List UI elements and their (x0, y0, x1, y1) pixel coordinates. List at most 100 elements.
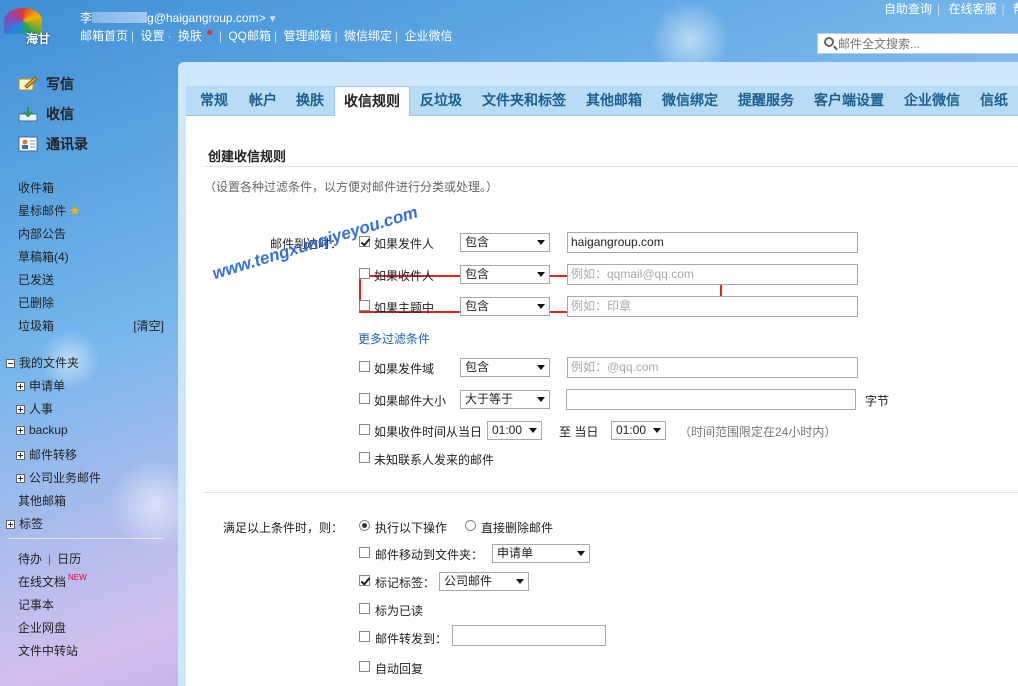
tab-skin[interactable]: 换肤 (296, 86, 324, 116)
tab-reminders[interactable]: 提醒服务 (738, 86, 794, 116)
tab-account[interactable]: 帐户 (249, 86, 277, 116)
select-value: 包含 (465, 360, 490, 374)
folder-starred[interactable]: 星标邮件 ★ (18, 202, 164, 219)
company-logo[interactable]: 海甘 (4, 8, 66, 48)
user-account[interactable]: 李 g@haigangroup.com> ▼ (80, 9, 278, 26)
self-service-link[interactable]: 自助查询 (884, 2, 932, 16)
tab-other-mailboxes[interactable]: 其他邮箱 (586, 86, 642, 116)
forward-label: 邮件转发到： (375, 632, 448, 646)
folder-junk[interactable]: 垃圾箱 (18, 319, 54, 333)
forward-input[interactable] (452, 625, 606, 646)
delete-radio[interactable] (465, 520, 476, 531)
nav-skin-label: 换肤 (177, 29, 202, 43)
nav-wework[interactable]: 企业微信 (404, 29, 452, 43)
folder-deleted[interactable]: 已删除 (18, 294, 164, 311)
nav-qq-mail[interactable]: QQ邮箱 (228, 29, 271, 43)
folder-inbox[interactable]: 收件箱 (18, 179, 164, 196)
expand-icon[interactable] (16, 426, 25, 435)
tab-wechat-bind[interactable]: 微信绑定 (662, 86, 718, 116)
contacts-button[interactable]: 通讯录 (18, 134, 88, 154)
folder-sent[interactable]: 已发送 (18, 271, 164, 288)
tab-antispam[interactable]: 反垃圾 (420, 86, 462, 116)
mark-read-label: 标为已读 (375, 604, 424, 618)
subject-checkbox[interactable] (359, 300, 370, 311)
search-icon[interactable] (824, 37, 834, 47)
tab-wework[interactable]: 企业微信 (904, 86, 960, 116)
tag-select[interactable]: 公司邮件 (439, 572, 529, 591)
empty-junk-button[interactable]: [清空] (133, 317, 164, 334)
search-input[interactable] (838, 35, 1013, 52)
my-folders-label: 我的文件夹 (19, 356, 80, 370)
calendar-link[interactable]: 日历 (57, 552, 81, 566)
nav-admin-mail[interactable]: 管理邮箱 (283, 29, 331, 43)
compose-button[interactable]: 写信 (18, 74, 74, 94)
tab-stationery[interactable]: 信纸 (980, 86, 1008, 116)
inbox-button[interactable]: 收信 (18, 104, 74, 124)
dropdown-arrow-icon (516, 579, 524, 584)
tags-toggle[interactable]: 标签 (6, 515, 43, 532)
subject-op-select[interactable]: 包含 (460, 297, 550, 316)
auto-reply-checkbox[interactable] (359, 661, 370, 672)
notes-link[interactable]: 记事本 (18, 596, 54, 613)
subfolder-label: 邮件转移 (29, 448, 78, 462)
netdisk-link[interactable]: 企业网盘 (18, 619, 66, 636)
size-checkbox[interactable] (359, 393, 370, 404)
sender-label: 如果发件人 (374, 237, 435, 251)
sender-op-select[interactable]: 包含 (460, 233, 550, 252)
domain-op-select[interactable]: 包含 (460, 358, 550, 377)
recipient-input[interactable]: 例如：qqmail@qq.com (567, 264, 858, 285)
domain-checkbox[interactable] (359, 361, 370, 372)
expand-icon[interactable] (16, 405, 25, 414)
expand-icon[interactable] (16, 474, 25, 483)
sender-input[interactable]: haigangroup.com (567, 232, 858, 253)
select-value: 大于等于 (465, 392, 514, 406)
time-to-select[interactable]: 01:00 (611, 421, 666, 440)
move-checkbox[interactable] (359, 547, 370, 558)
tag-checkbox[interactable] (359, 575, 370, 586)
subfolder-hr[interactable]: 人事 (16, 400, 53, 417)
subfolder-applications[interactable]: 申请单 (16, 377, 65, 394)
move-folder-select[interactable]: 申请单 (492, 544, 590, 563)
nav-mail-home[interactable]: 邮箱首页 (80, 29, 128, 43)
nav-wechat-bind[interactable]: 微信绑定 (344, 29, 392, 43)
size-input[interactable] (566, 389, 856, 410)
subfolder-business[interactable]: 公司业务邮件 (16, 469, 101, 486)
collapse-icon[interactable] (6, 359, 15, 368)
domain-input[interactable]: 例如：@qq.com (567, 357, 858, 378)
size-op-select[interactable]: 大于等于 (460, 390, 550, 409)
online-support-link[interactable]: 在线客服 (948, 2, 996, 16)
tab-general[interactable]: 常规 (200, 86, 228, 116)
forward-checkbox[interactable] (359, 631, 370, 642)
execute-radio[interactable] (359, 520, 370, 531)
folder-drafts[interactable]: 草稿箱(4) (18, 248, 164, 265)
folder-announcements[interactable]: 内部公告 (18, 225, 164, 242)
tab-mail-rules[interactable]: 收信规则 (334, 86, 410, 117)
inbox-label: 收信 (46, 106, 74, 122)
subfolder-backup[interactable]: backup (16, 423, 68, 437)
online-docs-link[interactable]: 在线文档 NEW (18, 573, 87, 590)
tab-folders-tags[interactable]: 文件夹和标签 (482, 86, 566, 116)
mark-read-checkbox[interactable] (359, 603, 370, 614)
expand-icon[interactable] (16, 451, 25, 460)
recipient-op-select[interactable]: 包含 (460, 265, 550, 284)
recipient-checkbox[interactable] (359, 268, 370, 279)
expand-icon[interactable] (6, 520, 15, 529)
chevron-down-icon[interactable]: ▼ (268, 14, 278, 25)
size-unit: 字节 (865, 394, 890, 408)
time-checkbox[interactable] (359, 424, 370, 435)
expand-icon[interactable] (16, 382, 25, 391)
nav-settings[interactable]: 设置 (140, 29, 164, 43)
todo-link[interactable]: 待办 (18, 552, 42, 566)
time-from-select[interactable]: 01:00 (487, 421, 542, 440)
folder-starred-label: 星标邮件 (18, 204, 67, 218)
subject-input[interactable]: 例如：印章 (567, 296, 858, 317)
nav-skin[interactable]: 换肤 (178, 29, 216, 43)
other-mailboxes[interactable]: 其他邮箱 (18, 492, 66, 509)
subfolder-mail-transfer[interactable]: 邮件转移 (16, 446, 77, 463)
help-link[interactable]: 帮 (1013, 2, 1018, 16)
more-filters-link[interactable]: 更多过滤条件 (358, 330, 430, 347)
tab-client-settings[interactable]: 客户端设置 (814, 86, 884, 116)
unknown-contact-checkbox[interactable] (359, 452, 370, 463)
my-folders-toggle[interactable]: 我的文件夹 (6, 354, 79, 371)
file-transfer-link[interactable]: 文件中转站 (18, 642, 78, 659)
